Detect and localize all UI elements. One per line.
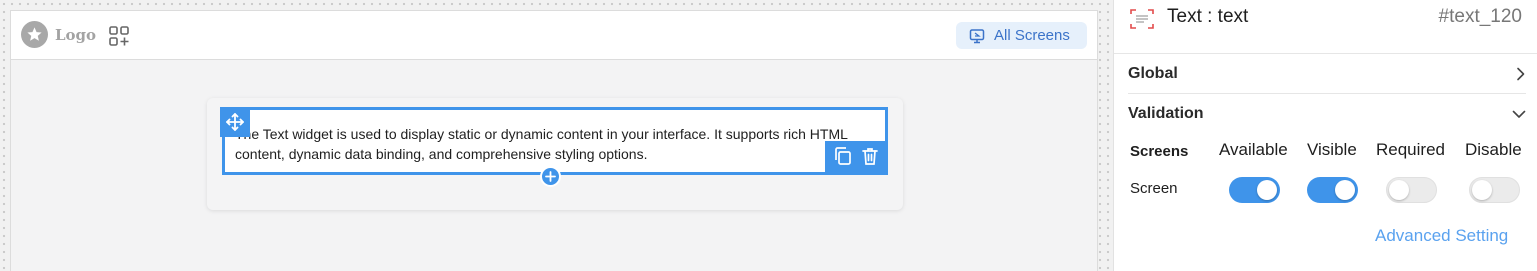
- text-widget-icon: [1130, 9, 1154, 33]
- toggle-knob: [1335, 180, 1355, 200]
- chevron-right-icon: [1517, 67, 1525, 80]
- toggle-knob: [1389, 180, 1409, 200]
- properties-panel: Text : text #text_120 Global Validation …: [1113, 0, 1537, 271]
- toggle-disable[interactable]: [1469, 177, 1520, 203]
- text-widget[interactable]: The Text widget is used to display stati…: [222, 107, 888, 175]
- monitor-icon: [969, 28, 985, 43]
- toggle-knob: [1472, 180, 1492, 200]
- advanced-setting-link[interactable]: Advanced Setting: [1375, 226, 1508, 246]
- col-screens: Screens: [1130, 143, 1189, 160]
- all-screens-label: All Screens: [994, 27, 1070, 44]
- toggle-knob: [1257, 180, 1277, 200]
- col-available: Available: [1219, 140, 1288, 159]
- canvas-frame: Logo All Screens The Text widget is used…: [10, 10, 1098, 271]
- trash-icon[interactable]: [860, 146, 880, 170]
- toggle-visible[interactable]: [1307, 177, 1358, 203]
- text-widget-content[interactable]: The Text widget is used to display stati…: [235, 124, 887, 164]
- screen-row-label: Screen: [1130, 180, 1178, 197]
- widget-toolbar: [825, 141, 888, 175]
- logo: Logo: [21, 21, 96, 48]
- move-icon[interactable]: [220, 107, 250, 137]
- toggle-available[interactable]: [1229, 177, 1280, 203]
- section-global-label: Global: [1128, 64, 1178, 82]
- star-icon: [21, 21, 48, 48]
- all-screens-button[interactable]: All Screens: [956, 22, 1087, 49]
- col-required: Required: [1376, 140, 1445, 159]
- panel-title: Text : text: [1167, 6, 1249, 27]
- col-visible: Visible: [1307, 140, 1357, 159]
- plus-icon[interactable]: [540, 166, 561, 187]
- section-validation-label: Validation: [1128, 105, 1204, 122]
- section-validation[interactable]: Validation: [1128, 94, 1526, 134]
- logo-text: Logo: [55, 25, 97, 44]
- panel-header: Text : text #text_120: [1114, 0, 1537, 54]
- col-disable: Disable: [1465, 140, 1522, 159]
- copy-icon[interactable]: [833, 146, 853, 170]
- widget-id: #text_120: [1438, 6, 1522, 27]
- section-global[interactable]: Global: [1128, 54, 1526, 94]
- canvas-header: Logo All Screens: [11, 11, 1097, 60]
- apps-add-icon[interactable]: [109, 26, 129, 46]
- chevron-down-icon: [1512, 110, 1526, 118]
- toggle-required[interactable]: [1386, 177, 1437, 203]
